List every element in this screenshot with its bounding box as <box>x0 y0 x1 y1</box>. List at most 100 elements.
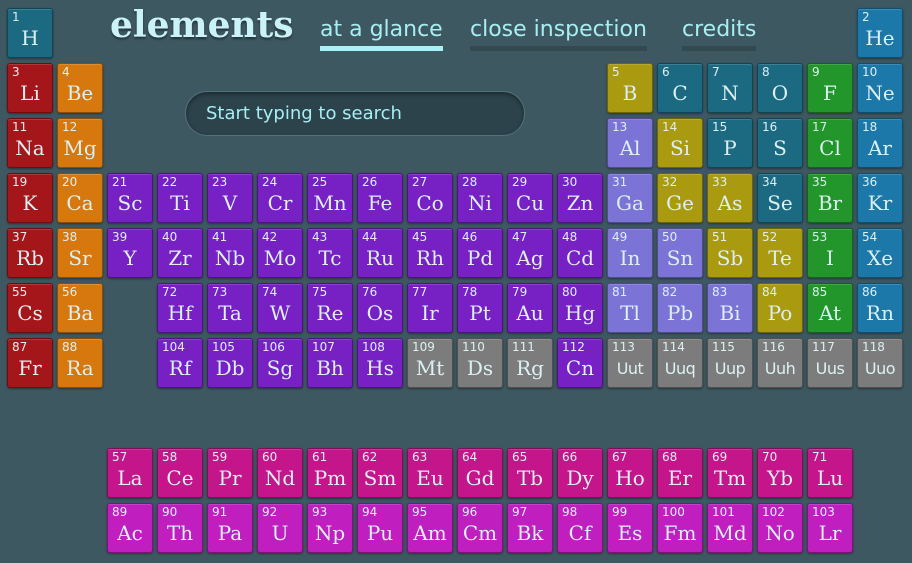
element-tile-uuo[interactable]: 118 Uuo <box>857 338 903 388</box>
element-tile-dy[interactable]: 66 Dy <box>557 448 603 498</box>
element-tile-kr[interactable]: 36 Kr <box>857 173 903 223</box>
element-tile-cr[interactable]: 24 Cr <box>257 173 303 223</box>
element-tile-ce[interactable]: 58 Ce <box>157 448 203 498</box>
element-tile-sn[interactable]: 50 Sn <box>657 228 703 278</box>
element-tile-no[interactable]: 102 No <box>757 503 803 553</box>
element-tile-ag[interactable]: 47 Ag <box>507 228 553 278</box>
element-tile-gd[interactable]: 64 Gd <box>457 448 503 498</box>
element-tile-tl[interactable]: 81 Tl <box>607 283 653 333</box>
element-tile-la[interactable]: 57 La <box>107 448 153 498</box>
element-tile-lr[interactable]: 103 Lr <box>807 503 853 553</box>
element-tile-am[interactable]: 95 Am <box>407 503 453 553</box>
element-tile-pm[interactable]: 61 Pm <box>307 448 353 498</box>
element-tile-o[interactable]: 8O <box>757 63 803 113</box>
element-tile-rb[interactable]: 37 Rb <box>7 228 53 278</box>
element-tile-po[interactable]: 84 Po <box>757 283 803 333</box>
element-tile-zn[interactable]: 30 Zn <box>557 173 603 223</box>
element-tile-y[interactable]: 39 Y <box>107 228 153 278</box>
element-tile-re[interactable]: 75 Re <box>307 283 353 333</box>
element-tile-uup[interactable]: 115 Uup <box>707 338 753 388</box>
element-tile-bi[interactable]: 83 Bi <box>707 283 753 333</box>
nav-credits[interactable]: credits <box>682 17 757 51</box>
element-tile-f[interactable]: 9F <box>807 63 853 113</box>
element-tile-in[interactable]: 49 In <box>607 228 653 278</box>
element-tile-lu[interactable]: 71 Lu <box>807 448 853 498</box>
element-tile-mo[interactable]: 42 Mo <box>257 228 303 278</box>
element-tile-cm[interactable]: 96 Cm <box>457 503 503 553</box>
element-tile-b[interactable]: 5B <box>607 63 653 113</box>
element-tile-rf[interactable]: 104 Rf <box>157 338 203 388</box>
element-tile-k[interactable]: 19 K <box>7 173 53 223</box>
element-tile-ni[interactable]: 28 Ni <box>457 173 503 223</box>
element-tile-db[interactable]: 105 Db <box>207 338 253 388</box>
element-tile-rh[interactable]: 45 Rh <box>407 228 453 278</box>
element-tile-fr[interactable]: 87 Fr <box>7 338 53 388</box>
element-tile-ti[interactable]: 22 Ti <box>157 173 203 223</box>
element-tile-xe[interactable]: 54 Xe <box>857 228 903 278</box>
element-tile-bk[interactable]: 97 Bk <box>507 503 553 553</box>
element-tile-sb[interactable]: 51 Sb <box>707 228 753 278</box>
element-tile-tb[interactable]: 65 Tb <box>507 448 553 498</box>
element-tile-ga[interactable]: 31 Ga <box>607 173 653 223</box>
element-tile-bh[interactable]: 107 Bh <box>307 338 353 388</box>
element-tile-zr[interactable]: 40 Zr <box>157 228 203 278</box>
element-tile-uus[interactable]: 117 Uus <box>807 338 853 388</box>
element-tile-ds[interactable]: 110 Ds <box>457 338 503 388</box>
element-tile-ru[interactable]: 44 Ru <box>357 228 403 278</box>
element-tile-ba[interactable]: 56 Ba <box>57 283 103 333</box>
element-tile-w[interactable]: 74 W <box>257 283 303 333</box>
element-tile-sg[interactable]: 106 Sg <box>257 338 303 388</box>
element-tile-er[interactable]: 68 Er <box>657 448 703 498</box>
element-tile-hf[interactable]: 72 Hf <box>157 283 203 333</box>
element-tile-cf[interactable]: 98 Cf <box>557 503 603 553</box>
element-tile-ca[interactable]: 20 Ca <box>57 173 103 223</box>
element-tile-h[interactable]: 1H <box>7 8 53 58</box>
element-tile-ac[interactable]: 89 Ac <box>107 503 153 553</box>
element-tile-yb[interactable]: 70 Yb <box>757 448 803 498</box>
element-tile-hg[interactable]: 80 Hg <box>557 283 603 333</box>
element-tile-tc[interactable]: 43 Tc <box>307 228 353 278</box>
element-tile-tm[interactable]: 69 Tm <box>707 448 753 498</box>
element-tile-rg[interactable]: 111 Rg <box>507 338 553 388</box>
element-tile-np[interactable]: 93 Np <box>307 503 353 553</box>
element-tile-p[interactable]: 15 P <box>707 118 753 168</box>
element-tile-fm[interactable]: 100 Fm <box>657 503 703 553</box>
element-tile-si[interactable]: 14 Si <box>657 118 703 168</box>
element-tile-hs[interactable]: 108 Hs <box>357 338 403 388</box>
element-tile-uuq[interactable]: 114 Uuq <box>657 338 703 388</box>
element-tile-ra[interactable]: 88 Ra <box>57 338 103 388</box>
element-tile-s[interactable]: 16 S <box>757 118 803 168</box>
element-tile-br[interactable]: 35 Br <box>807 173 853 223</box>
element-tile-i[interactable]: 53 I <box>807 228 853 278</box>
element-tile-he[interactable]: 2 He <box>857 8 903 58</box>
element-tile-li[interactable]: 3 Li <box>7 63 53 113</box>
element-tile-uuh[interactable]: 116 Uuh <box>757 338 803 388</box>
nav-at-a-glance[interactable]: at a glance <box>320 17 443 51</box>
element-tile-mg[interactable]: 12 Mg <box>57 118 103 168</box>
element-tile-mn[interactable]: 25 Mn <box>307 173 353 223</box>
element-tile-ne[interactable]: 10 Ne <box>857 63 903 113</box>
element-tile-pr[interactable]: 59 Pr <box>207 448 253 498</box>
element-tile-be[interactable]: 4 Be <box>57 63 103 113</box>
element-tile-cs[interactable]: 55 Cs <box>7 283 53 333</box>
element-tile-eu[interactable]: 63 Eu <box>407 448 453 498</box>
element-tile-n[interactable]: 7N <box>707 63 753 113</box>
element-tile-na[interactable]: 11 Na <box>7 118 53 168</box>
element-tile-mt[interactable]: 109 Mt <box>407 338 453 388</box>
element-tile-as[interactable]: 33 As <box>707 173 753 223</box>
element-tile-au[interactable]: 79 Au <box>507 283 553 333</box>
element-tile-uut[interactable]: 113 Uut <box>607 338 653 388</box>
element-tile-pu[interactable]: 94 Pu <box>357 503 403 553</box>
element-tile-es[interactable]: 99 Es <box>607 503 653 553</box>
element-tile-ta[interactable]: 73 Ta <box>207 283 253 333</box>
element-tile-co[interactable]: 27 Co <box>407 173 453 223</box>
element-tile-pb[interactable]: 82 Pb <box>657 283 703 333</box>
nav-close-inspection[interactable]: close inspection <box>470 17 647 51</box>
element-tile-te[interactable]: 52 Te <box>757 228 803 278</box>
element-tile-al[interactable]: 13 Al <box>607 118 653 168</box>
element-tile-ge[interactable]: 32 Ge <box>657 173 703 223</box>
element-tile-v[interactable]: 23 V <box>207 173 253 223</box>
element-tile-th[interactable]: 90 Th <box>157 503 203 553</box>
element-tile-at[interactable]: 85 At <box>807 283 853 333</box>
element-tile-se[interactable]: 34 Se <box>757 173 803 223</box>
